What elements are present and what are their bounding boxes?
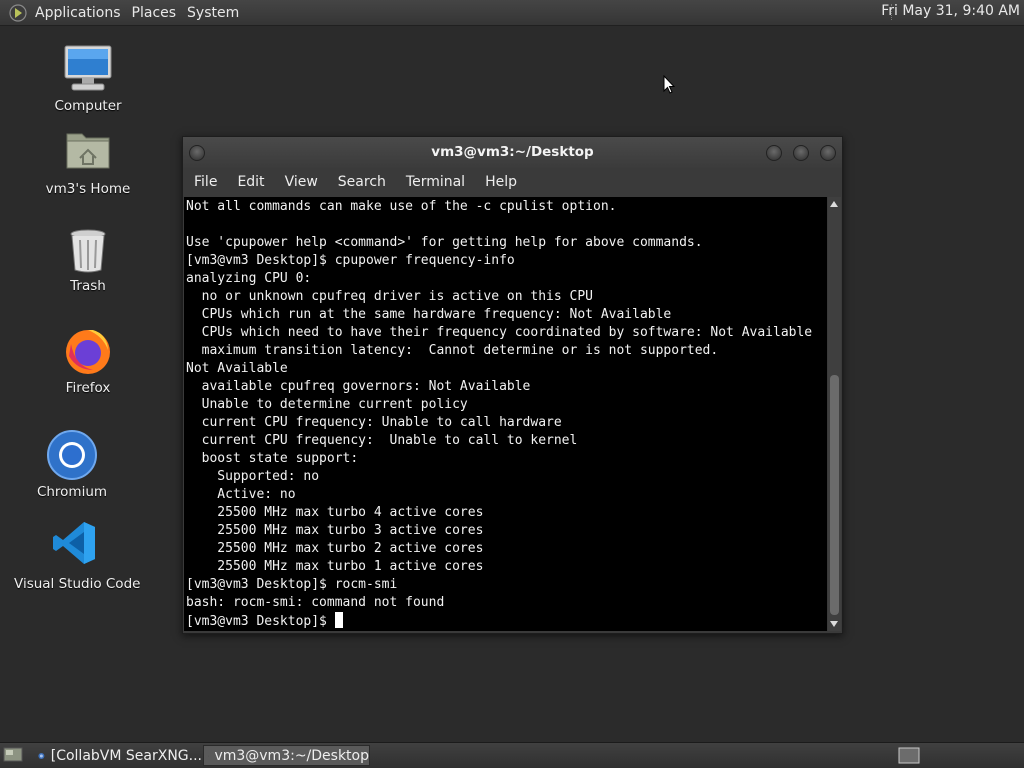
minimize-button[interactable] bbox=[766, 145, 782, 161]
terminal-window[interactable]: vm3@vm3:~/Desktop File Edit View Search … bbox=[182, 136, 843, 634]
terminal-line: Supported: no bbox=[186, 469, 320, 484]
terminal-line: current CPU frequency: Unable to call ha… bbox=[186, 415, 562, 430]
menu-search[interactable]: Search bbox=[328, 174, 396, 190]
terminal-line: no or unknown cpufreq driver is active o… bbox=[186, 289, 593, 304]
browser-icon bbox=[38, 752, 45, 759]
menu-places[interactable]: Places bbox=[129, 5, 185, 21]
menu-help[interactable]: Help bbox=[475, 174, 527, 190]
window-title: vm3@vm3:~/Desktop bbox=[431, 144, 594, 160]
bottom-panel: [CollabVM SearXNG... vm3@vm3:~/Desktop bbox=[0, 742, 1024, 768]
close-button[interactable] bbox=[820, 145, 836, 161]
desktop-icon-label: Chromium bbox=[36, 484, 108, 500]
terminal-line: bash: rocm-smi: command not found bbox=[186, 595, 445, 610]
window-titlebar[interactable]: vm3@vm3:~/Desktop bbox=[183, 137, 842, 168]
taskbar-item-terminal[interactable]: vm3@vm3:~/Desktop bbox=[203, 745, 370, 766]
menu-terminal[interactable]: Terminal bbox=[396, 174, 475, 190]
terminal-line: current CPU frequency: Unable to call to… bbox=[186, 433, 578, 448]
terminal-menubar: File Edit View Search Terminal Help bbox=[183, 168, 842, 196]
taskbar-item-label: vm3@vm3:~/Desktop bbox=[214, 747, 369, 764]
terminal-line: [vm3@vm3 Desktop]$ cpupower frequency-in… bbox=[186, 253, 515, 268]
desktop-icon-computer[interactable]: Computer bbox=[48, 44, 128, 114]
scroll-down-icon[interactable] bbox=[830, 621, 838, 627]
terminal-line: 25500 MHz max turbo 4 active cores bbox=[186, 505, 484, 520]
desktop-icon-label: Visual Studio Code bbox=[14, 576, 141, 592]
desktop-icon-trash[interactable]: Trash bbox=[48, 228, 128, 294]
terminal-line: 25500 MHz max turbo 2 active cores bbox=[186, 541, 484, 556]
taskbar-item-browser[interactable]: [CollabVM SearXNG... bbox=[34, 745, 202, 766]
terminal-line: Use 'cpupower help <command>' for gettin… bbox=[186, 235, 703, 250]
desktop-icon-home[interactable]: vm3's Home bbox=[43, 128, 133, 197]
terminal-line: Not all commands can make use of the -c … bbox=[186, 199, 617, 214]
desktop-icon-label: Firefox bbox=[65, 380, 111, 396]
terminal-line: CPUs which need to have their frequency … bbox=[186, 325, 813, 340]
terminal-prompt: [vm3@vm3 Desktop]$ bbox=[186, 614, 335, 629]
computer-icon bbox=[64, 45, 112, 91]
terminal-line: boost state support: bbox=[186, 451, 359, 466]
terminal-prompt-line[interactable]: [vm3@vm3 Desktop]$ bbox=[186, 612, 827, 630]
desktop-icon-chromium[interactable]: Chromium bbox=[32, 430, 112, 500]
taskbar-item-label: [CollabVM SearXNG... bbox=[50, 747, 202, 764]
menu-file[interactable]: File bbox=[183, 174, 227, 190]
menu-applications[interactable]: Applications bbox=[32, 5, 129, 21]
chromium-icon bbox=[47, 430, 97, 480]
firefox-icon bbox=[66, 330, 110, 374]
terminal-line: CPUs which run at the same hardware freq… bbox=[186, 307, 672, 322]
terminal-line: available cpufreq governors: Not Availab… bbox=[186, 379, 531, 394]
menu-system[interactable]: System bbox=[184, 5, 247, 21]
vscode-icon bbox=[53, 522, 95, 564]
terminal-output[interactable]: Not all commands can make use of the -c … bbox=[184, 197, 827, 631]
scroll-up-icon[interactable] bbox=[830, 201, 838, 207]
menu-edit[interactable]: Edit bbox=[227, 174, 274, 190]
desktop-icon-label: vm3's Home bbox=[45, 181, 131, 197]
workspace-switcher-icon[interactable] bbox=[898, 747, 920, 764]
vertical-scrollbar[interactable] bbox=[828, 197, 841, 631]
terminal-line: 25500 MHz max turbo 3 active cores bbox=[186, 523, 484, 538]
desktop-icon-label: Computer bbox=[54, 98, 122, 114]
terminal-line: maximum transition latency: Cannot deter… bbox=[186, 343, 719, 358]
desktop-icon-firefox[interactable]: Firefox bbox=[48, 326, 128, 396]
distro-logo-icon[interactable] bbox=[9, 3, 27, 22]
clock[interactable]: Fri May 31, 9:40 AM bbox=[881, 3, 1020, 19]
trash-icon bbox=[70, 229, 106, 273]
maximize-button[interactable] bbox=[793, 145, 809, 161]
home-folder-icon bbox=[66, 133, 110, 169]
top-panel: Applications Places System Fri May 31, 9… bbox=[0, 0, 1024, 26]
desktop-icon-label: Trash bbox=[70, 278, 106, 294]
window-menu-button[interactable] bbox=[189, 145, 205, 161]
terminal-line: Not Available bbox=[186, 361, 288, 376]
terminal-line: 25500 MHz max turbo 1 active cores bbox=[186, 559, 484, 574]
terminal-line: analyzing CPU 0: bbox=[186, 271, 312, 286]
terminal-line: [vm3@vm3 Desktop]$ rocm-smi bbox=[186, 577, 398, 592]
menu-view[interactable]: View bbox=[275, 174, 328, 190]
mouse-pointer-icon bbox=[663, 75, 675, 94]
terminal-line: Unable to determine current policy bbox=[186, 397, 468, 412]
desktop-icon-vscode[interactable]: Visual Studio Code bbox=[14, 520, 141, 592]
terminal-line: Active: no bbox=[186, 487, 296, 502]
show-desktop-icon[interactable] bbox=[3, 747, 23, 764]
text-cursor bbox=[334, 612, 343, 628]
scrollbar-thumb[interactable] bbox=[830, 375, 839, 615]
